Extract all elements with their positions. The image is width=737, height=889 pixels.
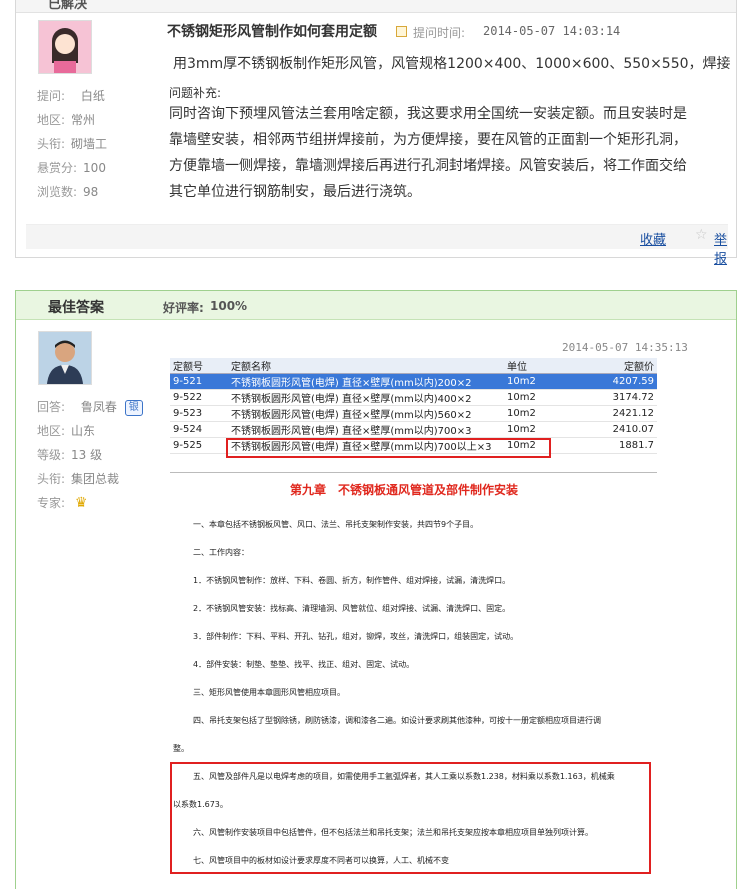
doc-chapter-heading: 第九章 不锈钢板通风管道及部件制作安装 (290, 483, 519, 497)
doc-line: 1．不锈钢风管制作：放样、下料、卷圆、折方，制作管件、组对焊接，试漏，清洗焊口。 (193, 576, 511, 585)
asker-region: 常州 (71, 113, 96, 127)
col-header-price: 定额价 (570, 358, 657, 374)
asker-title: 砌墙工 (71, 137, 108, 151)
silver-badge-icon: 银 (124, 400, 143, 416)
asker-title-row: 头衔: 砌墙工 (37, 137, 108, 151)
supplement-line: 同时咨询下预埋风管法兰套用啥定额，我这要求用全国统一安装定额。而且安装时是 (169, 106, 687, 122)
answerer-level-row: 等级: 13 级 (37, 448, 103, 462)
table-row[interactable]: 9-521 不锈钢板圆形风管(电焊) 直径×壁厚(mm以内)200×2 10m2… (170, 373, 657, 390)
question-body-line: 用3mm厚不锈钢板制作矩形风管，风管规格1200×400、1000×600、55… (173, 56, 731, 72)
answerer-name-link[interactable]: 鲁凤春 (81, 400, 117, 414)
asker-row: 提问: 白纸 (37, 89, 105, 103)
question-status-bar: 已解决 (16, 0, 736, 13)
views-value: 98 (83, 185, 99, 199)
divider (170, 472, 657, 473)
col-header-name: 定额名称 (228, 358, 504, 374)
doc-line: 三、矩形风管使用本章圆形风管相应项目。 (193, 688, 345, 697)
col-header-unit: 单位 (504, 358, 570, 374)
best-answer-title: 最佳答案 (48, 300, 104, 316)
answerer-level: 13 级 (71, 448, 103, 462)
question-title: 不锈钢矩形风管制作如何套用定额 (167, 24, 377, 40)
highlight-box (226, 438, 551, 458)
views-row: 浏览数: 98 (37, 185, 99, 199)
rating-label: 好评率: (163, 301, 204, 315)
doc-line: 2．不锈钢风管安装：找标高、清理墙洞、风管就位、组对焊接、试漏、清洗焊口、固定。 (193, 604, 511, 613)
highlight-box (170, 762, 651, 874)
question-supplement: 同时咨询下预埋风管法兰套用啥定额，我这要求用全国统一安装定额。而且安装时是 靠墙… (169, 101, 729, 205)
table-header-row: 定额号 定额名称 单位 定额价 (170, 358, 657, 374)
supplement-line: 方便靠墙一侧焊接，靠墙测焊接后再进行孔洞封堵焊接。风管安装后，将工作面交给 (169, 158, 687, 174)
answerer-region: 山东 (71, 424, 96, 438)
asker-avatar[interactable] (38, 20, 92, 74)
table-row[interactable]: 9-524 不锈钢板圆形风管(电焊) 直径×壁厚(mm以内)700×3 10m2… (170, 421, 657, 438)
answer-time: 2014-05-07 14:35:13 (562, 341, 688, 354)
question-time-label: 提问时间: (413, 26, 466, 40)
doc-line: 一、本章包括不锈钢板风管、风口、法兰、吊托支架制作安装，共四节9个子目。 (193, 520, 479, 529)
doc-line: 3．部件制作：下料、平料、开孔、钻孔，组对，铆焊，攻丝，清洗焊口，组装固定，试动… (193, 632, 519, 641)
question-panel: 已解决 提问: 白纸 地区: 常州 头衔: 砌墙工 悬赏分: 100 浏览数: 98 不… (15, 0, 737, 267)
supplement-line: 靠墙壁安装，相邻两节组拼焊接前，为方便焊接，要在风管的正面割一个矩形孔洞， (169, 132, 687, 148)
answerer-row: 回答: 鲁凤春 银 (37, 398, 143, 416)
answerer-expert-row: 专家: ♛ (37, 495, 88, 511)
crown-icon: ♛ (74, 495, 88, 511)
answerer-region-row: 地区: 山东 (37, 424, 96, 438)
favorite-link[interactable]: 收藏 (640, 229, 666, 248)
answerer-title-row: 头衔: 集团总裁 (37, 472, 120, 486)
table-row[interactable]: 9-523 不锈钢板圆形风管(电焊) 直径×壁厚(mm以内)560×2 10m2… (170, 405, 657, 422)
rating-value: 100% (210, 299, 248, 313)
star-icon: ☆ (695, 227, 708, 243)
bounty-value: 100 (83, 161, 106, 175)
question-status-label: 已解决 (48, 0, 88, 12)
best-answer-header: 最佳答案 好评率: 100% (16, 291, 736, 320)
question-time: 2014-05-07 14:03:14 (483, 24, 621, 38)
bounty-row: 悬赏分: 100 (37, 161, 106, 175)
doc-line: 4．部件安装：制垫、垫垫、找平、找正、组对、固定、试动。 (193, 660, 415, 669)
question-body: 用3mm厚不锈钢板制作矩形风管，风管规格1200×400、1000×600、55… (173, 51, 733, 77)
doc-line: 二、工作内容： (193, 548, 249, 557)
girl-avatar-icon (39, 21, 91, 73)
supplement-label: 问题补充: (169, 86, 222, 100)
supplement-line: 其它单位进行钢筋制安，最后进行浇筑。 (169, 184, 421, 200)
answerer-title: 集团总裁 (71, 472, 120, 486)
question-action-bar: 收藏 ☆ 举报 (26, 224, 728, 267)
table-row[interactable]: 9-522 不锈钢板圆形风管(电焊) 直径×壁厚(mm以内)400×2 10m2… (170, 389, 657, 406)
asker-name-link[interactable]: 白纸 (81, 89, 105, 103)
col-header-code: 定额号 (170, 358, 228, 374)
man-avatar-icon (39, 332, 91, 384)
doc-line: 整。 (173, 744, 189, 753)
clock-icon (396, 26, 407, 37)
answerer-avatar[interactable] (38, 331, 92, 385)
report-link[interactable]: 举报 (714, 229, 728, 267)
doc-line: 四、吊托支架包括了型钢除锈，刷防锈漆，调和漆各二遍。如设计要求刷其他漆种，可按十… (193, 716, 601, 725)
asker-region-row: 地区: 常州 (37, 113, 96, 127)
